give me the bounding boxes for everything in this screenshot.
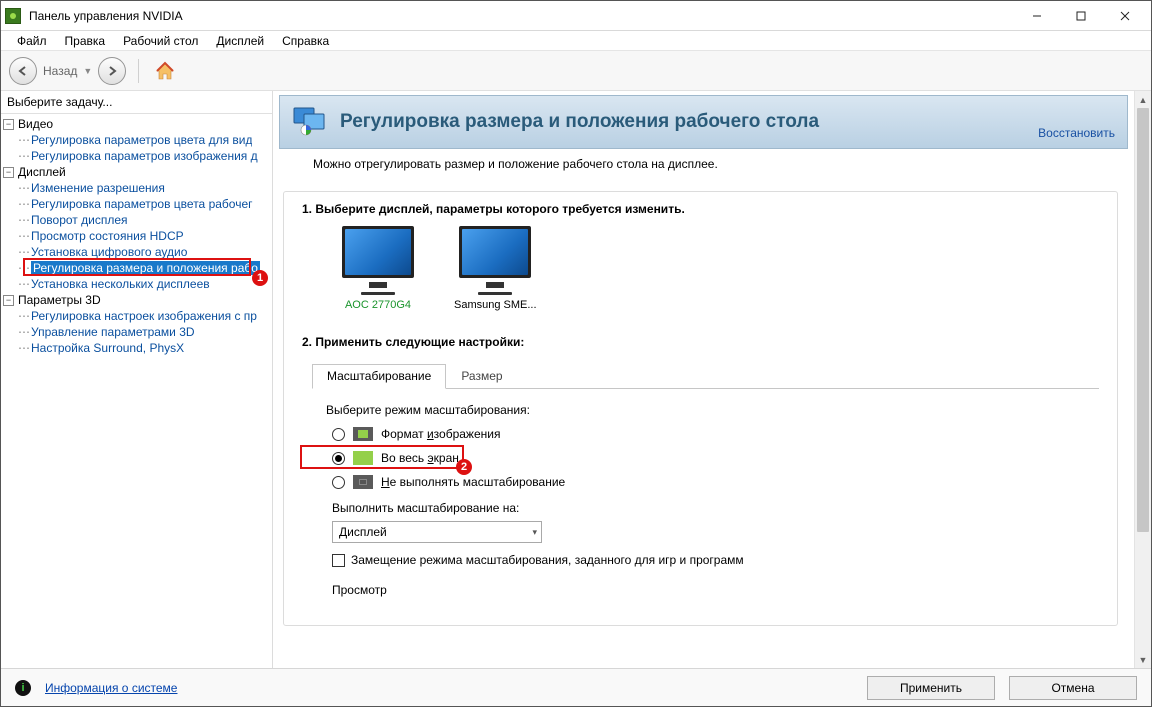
tree-item-rotate-display[interactable]: Поворот дисплея xyxy=(31,213,128,227)
step1-label: 1. Выберите дисплей, параметры которого … xyxy=(302,202,1099,216)
scroll-down-button[interactable]: ▼ xyxy=(1135,651,1151,668)
display-selector: AOC 2770G4 Samsung SME... xyxy=(342,226,1099,311)
tree-item-manage-3d[interactable]: Управление параметрами 3D xyxy=(31,325,195,339)
override-game-scaling-checkbox[interactable]: Замещение режима масштабирования, заданн… xyxy=(332,553,1099,567)
perform-scaling-on-select[interactable]: Дисплей ▾ xyxy=(332,521,542,543)
back-label: Назад xyxy=(43,64,77,78)
nvidia-app-icon xyxy=(5,8,21,24)
no-scaling-icon xyxy=(353,475,373,489)
cancel-button[interactable]: Отмена xyxy=(1009,676,1137,700)
tree-item-adjust-size-position[interactable]: Регулировка размера и положения рабо xyxy=(31,261,260,275)
content-area: Регулировка размера и положения рабочего… xyxy=(273,91,1151,668)
task-sidebar: Выберите задачу... −Видео ⋯Регулировка п… xyxy=(1,91,273,668)
back-button[interactable] xyxy=(9,57,37,85)
home-button[interactable] xyxy=(151,57,179,85)
aspect-ratio-icon xyxy=(353,427,373,441)
monitor-icon xyxy=(459,226,531,278)
radio-icon xyxy=(332,452,345,465)
nvidia-control-panel-window: Панель управления NVIDIA Файл Правка Раб… xyxy=(0,0,1152,707)
page-lead-text: Можно отрегулировать размер и положение … xyxy=(313,157,1094,171)
close-button[interactable] xyxy=(1103,2,1147,30)
display-item-aoc[interactable]: AOC 2770G4 xyxy=(342,226,414,311)
scaling-mode-label: Выберите режим масштабирования: xyxy=(326,403,1099,417)
content-scrollbar[interactable]: ▲ ▼ xyxy=(1134,91,1151,668)
select-value: Дисплей xyxy=(339,525,387,539)
display-label-aoc: AOC 2770G4 xyxy=(345,299,411,311)
tree-item-desktop-color[interactable]: Регулировка параметров цвета рабочег xyxy=(31,197,253,211)
perform-scaling-on-label: Выполнить масштабирование на: xyxy=(332,501,1099,515)
menu-display[interactable]: Дисплей xyxy=(208,32,272,50)
tree-item-video-color[interactable]: Регулировка параметров цвета для вид xyxy=(31,133,252,147)
menu-desktop[interactable]: Рабочий стол xyxy=(115,32,206,50)
page-header: Регулировка размера и положения рабочего… xyxy=(279,95,1128,149)
settings-panel: 1. Выберите дисплей, параметры которого … xyxy=(283,191,1118,626)
nav-toolbar: Назад ▼ xyxy=(1,51,1151,91)
radio-label-aspect: Формат изображения xyxy=(381,427,500,441)
monitor-icon xyxy=(342,226,414,278)
settings-tabs: Масштабирование Размер xyxy=(312,359,1099,389)
system-info-link[interactable]: Информация о системе xyxy=(45,681,177,695)
radio-label-noscale: Не выполнять масштабирование xyxy=(381,475,565,489)
step2-label: 2. Применить следующие настройки: xyxy=(302,335,1099,349)
scroll-up-button[interactable]: ▲ xyxy=(1135,91,1151,108)
radio-no-scaling[interactable]: Не выполнять масштабирование xyxy=(332,475,1099,489)
radio-aspect-ratio[interactable]: Формат изображения xyxy=(332,427,1099,441)
annotation-badge-1: 1 xyxy=(252,270,268,286)
minimize-button[interactable] xyxy=(1015,2,1059,30)
tree-cat-3d[interactable]: Параметры 3D xyxy=(18,293,101,307)
menu-file[interactable]: Файл xyxy=(9,32,55,50)
radio-fullscreen[interactable]: Во весь экран xyxy=(332,451,1099,465)
tree-toggle-display[interactable]: − xyxy=(3,167,14,178)
tree-cat-display[interactable]: Дисплей xyxy=(18,165,66,179)
forward-button[interactable] xyxy=(98,57,126,85)
tree-item-surround-physx[interactable]: Настройка Surround, PhysX xyxy=(31,341,184,355)
tree-cat-video[interactable]: Видео xyxy=(18,117,53,131)
radio-label-fullscreen: Во весь экран xyxy=(381,451,459,465)
footer-bar: i Информация о системе Применить Отмена xyxy=(1,668,1151,706)
preview-label: Просмотр xyxy=(332,583,1099,597)
task-tree[interactable]: −Видео ⋯Регулировка параметров цвета для… xyxy=(1,114,272,668)
menubar: Файл Правка Рабочий стол Дисплей Справка xyxy=(1,31,1151,51)
tree-item-hdcp-status[interactable]: Просмотр состояния HDCP xyxy=(31,229,184,243)
display-label-samsung: Samsung SME... xyxy=(454,299,537,311)
menu-edit[interactable]: Правка xyxy=(57,32,114,50)
tree-item-change-resolution[interactable]: Изменение разрешения xyxy=(31,181,165,195)
tree-item-multiple-displays[interactable]: Установка нескольких дисплеев xyxy=(31,277,210,291)
maximize-button[interactable] xyxy=(1059,2,1103,30)
tree-item-digital-audio[interactable]: Установка цифрового аудио xyxy=(31,245,187,259)
tree-item-video-image[interactable]: Регулировка параметров изображения д xyxy=(31,149,258,163)
system-info-icon: i xyxy=(15,680,31,696)
tree-toggle-3d[interactable]: − xyxy=(3,295,14,306)
nav-separator xyxy=(138,59,139,83)
display-item-samsung[interactable]: Samsung SME... xyxy=(454,226,537,311)
tree-item-3d-image-settings[interactable]: Регулировка настроек изображения с пр xyxy=(31,309,257,323)
checkbox-icon xyxy=(332,554,345,567)
override-label: Замещение режима масштабирования, заданн… xyxy=(351,553,744,567)
annotation-badge-2: 2 xyxy=(456,459,472,475)
tab-scaling[interactable]: Масштабирование xyxy=(312,364,446,389)
restore-defaults-link[interactable]: Восстановить xyxy=(1038,126,1115,140)
scaling-panel: Выберите режим масштабирования: Формат и… xyxy=(302,389,1099,597)
titlebar: Панель управления NVIDIA xyxy=(1,1,1151,31)
tree-toggle-video[interactable]: − xyxy=(3,119,14,130)
window-title: Панель управления NVIDIA xyxy=(29,9,1015,23)
radio-icon xyxy=(332,428,345,441)
fullscreen-icon xyxy=(353,451,373,465)
page-title: Регулировка размера и положения рабочего… xyxy=(340,111,1026,133)
sidebar-header: Выберите задачу... xyxy=(1,91,272,114)
radio-icon xyxy=(332,476,345,489)
chevron-down-icon: ▾ xyxy=(532,527,537,538)
apply-button[interactable]: Применить xyxy=(867,676,995,700)
tab-size[interactable]: Размер xyxy=(446,364,517,389)
page-header-icon xyxy=(292,104,328,140)
menu-help[interactable]: Справка xyxy=(274,32,337,50)
